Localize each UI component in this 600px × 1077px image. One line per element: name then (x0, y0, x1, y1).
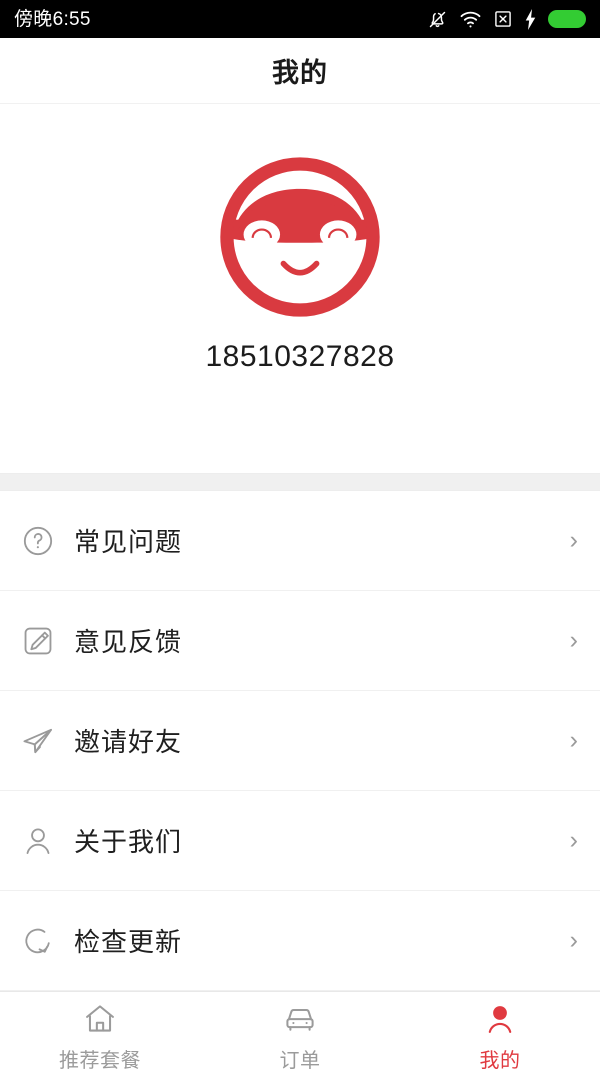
menu-item-label: 常见问题 (74, 527, 183, 557)
chevron-right-icon: › (569, 526, 578, 554)
car-face-avatar[interactable] (217, 154, 383, 320)
menu-item-faq[interactable]: 常见问题 › (0, 491, 600, 591)
profile-section: 18510327828 (0, 104, 600, 473)
tab-recommended-packages[interactable]: 推荐套餐 (0, 992, 200, 1077)
tab-mine[interactable]: 我的 (400, 992, 600, 1077)
edit-pencil-icon (20, 623, 56, 659)
paper-plane-icon (20, 723, 56, 759)
chevron-right-icon: › (569, 626, 578, 654)
tab-orders[interactable]: 订单 (200, 992, 400, 1077)
tab-label: 我的 (479, 1050, 521, 1072)
status-icon-group (427, 8, 586, 30)
section-separator (0, 473, 600, 491)
menu-item-about-us[interactable]: 关于我们 › (0, 791, 600, 891)
car-icon (282, 1000, 318, 1038)
status-bar: 傍晚6:55 (0, 0, 600, 38)
menu-item-label: 检查更新 (74, 927, 183, 957)
profile-phone-number: 18510327828 (205, 340, 395, 373)
menu-item-label: 邀请好友 (74, 727, 183, 757)
page-title-bar: 我的 (0, 38, 600, 104)
chevron-right-icon: › (569, 926, 578, 954)
chevron-right-icon: › (569, 726, 578, 754)
bottom-tab-bar: 推荐套餐 订单 我的 (0, 991, 600, 1077)
chevron-right-icon: › (569, 826, 578, 854)
menu-item-label: 意见反馈 (74, 627, 183, 657)
wifi-icon (459, 10, 482, 29)
home-icon (82, 1000, 118, 1038)
menu-item-feedback[interactable]: 意见反馈 › (0, 591, 600, 691)
charging-bolt-icon (524, 8, 537, 30)
tab-label: 订单 (279, 1050, 321, 1072)
menu-item-label: 关于我们 (74, 827, 183, 857)
person-icon (20, 823, 56, 859)
refresh-icon (20, 923, 56, 959)
menu-item-check-update[interactable]: 检查更新 › (0, 891, 600, 991)
page-title: 我的 (272, 58, 328, 88)
battery-icon (548, 10, 586, 28)
person-filled-icon (482, 1000, 518, 1038)
settings-menu-list: 常见问题 › 意见反馈 › 邀请好友 › 关于我们 › 检查更新 › (0, 491, 600, 991)
menu-item-invite-friends[interactable]: 邀请好友 › (0, 691, 600, 791)
tab-label: 推荐套餐 (59, 1050, 141, 1072)
app-screen: 傍晚6:55 我的 18510327828 常见问题 › 意见反馈 › 邀请好友… (0, 0, 600, 1077)
no-sim-icon (493, 9, 513, 29)
notification-off-icon (427, 9, 448, 30)
question-circle-icon (20, 523, 56, 559)
status-clock: 傍晚6:55 (14, 8, 91, 30)
